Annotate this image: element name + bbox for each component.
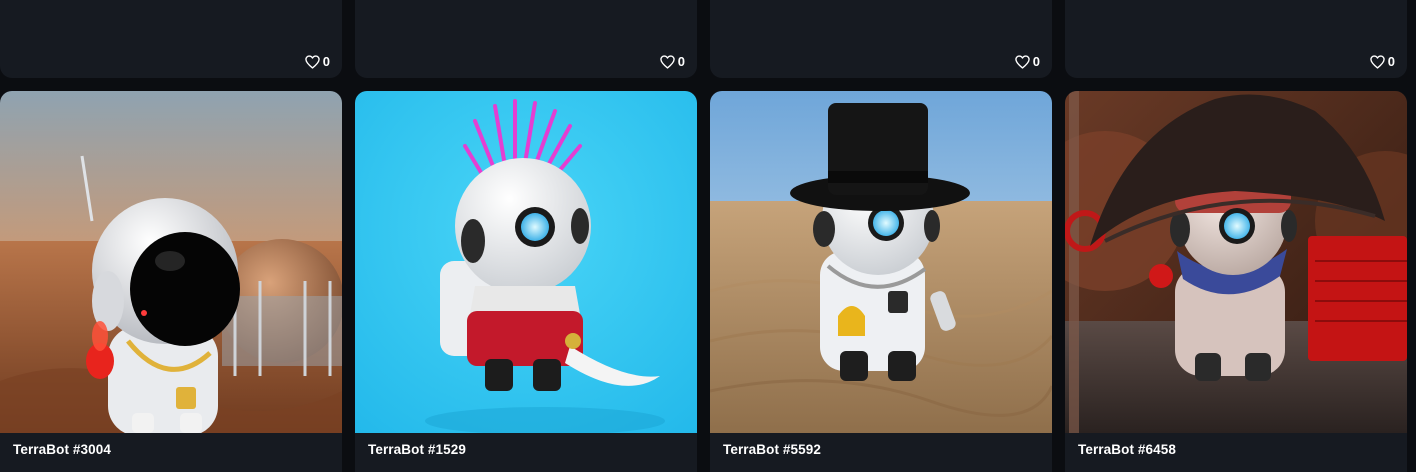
nft-card-top[interactable]: 0 bbox=[710, 0, 1052, 78]
nft-title[interactable]: TerraBot #6458 bbox=[1078, 442, 1176, 457]
nft-card[interactable]: TerraBot #6458 bbox=[1065, 91, 1407, 472]
nft-title[interactable]: TerraBot #5592 bbox=[723, 442, 821, 457]
heart-icon bbox=[1370, 54, 1385, 69]
like-count: 0 bbox=[1387, 54, 1395, 69]
heart-icon bbox=[660, 54, 675, 69]
nft-card-top[interactable]: 0 bbox=[0, 0, 342, 78]
like-button[interactable]: 0 bbox=[1370, 54, 1395, 69]
nft-image[interactable] bbox=[355, 91, 697, 433]
nft-grid: 0 0 0 0 TerraBot #3004 TerraBot #1529 Te… bbox=[0, 0, 1416, 472]
nft-card[interactable]: TerraBot #5592 bbox=[710, 91, 1052, 472]
nft-card-top[interactable]: 0 bbox=[355, 0, 697, 78]
like-count: 0 bbox=[322, 54, 330, 69]
heart-icon bbox=[305, 54, 320, 69]
nft-card[interactable]: TerraBot #3004 bbox=[0, 91, 342, 472]
nft-card[interactable]: TerraBot #1529 bbox=[355, 91, 697, 472]
nft-card-top[interactable]: 0 bbox=[1065, 0, 1407, 78]
like-button[interactable]: 0 bbox=[305, 54, 330, 69]
heart-icon bbox=[1015, 54, 1030, 69]
like-button[interactable]: 0 bbox=[660, 54, 685, 69]
like-count: 0 bbox=[677, 54, 685, 69]
nft-title[interactable]: TerraBot #1529 bbox=[368, 442, 466, 457]
nft-image[interactable] bbox=[1065, 91, 1407, 433]
nft-image[interactable] bbox=[0, 91, 342, 433]
like-count: 0 bbox=[1032, 54, 1040, 69]
like-button[interactable]: 0 bbox=[1015, 54, 1040, 69]
nft-title[interactable]: TerraBot #3004 bbox=[13, 442, 111, 457]
nft-image[interactable] bbox=[710, 91, 1052, 433]
